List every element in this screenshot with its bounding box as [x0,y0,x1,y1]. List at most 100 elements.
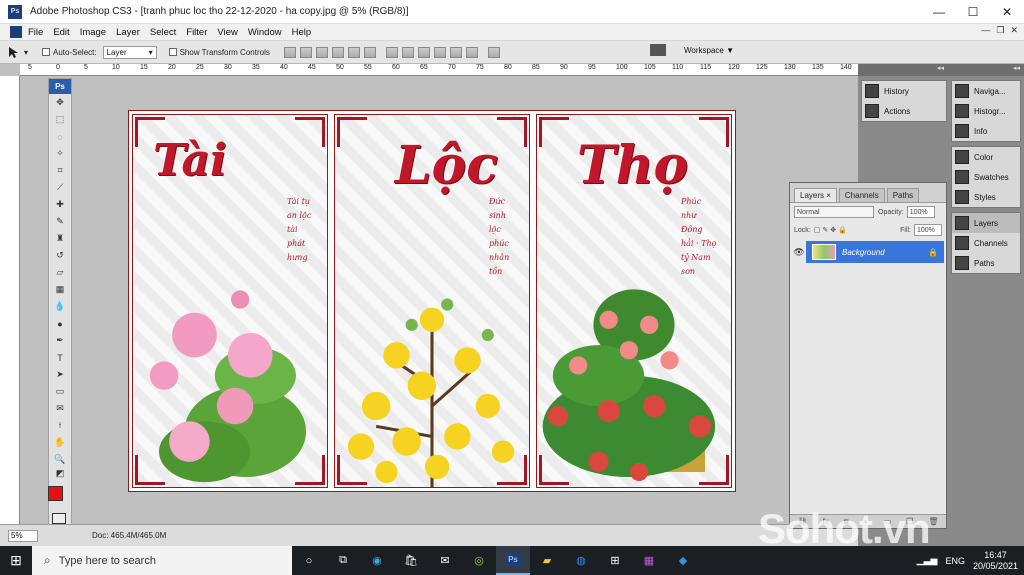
menu-select[interactable]: Select [150,27,176,38]
panel-history[interactable]: History [862,81,946,101]
app-icon[interactable]: ◎ [462,546,496,575]
auto-select-checkbox[interactable] [42,48,51,56]
menu-layer[interactable]: Layer [116,27,140,38]
move-tool-preset[interactable]: ▾ [6,45,28,59]
network-icon[interactable]: ▁▃▅ [917,555,938,566]
zoom-field[interactable]: 5% [8,529,38,542]
panel-paths[interactable]: Paths [952,253,1020,273]
panel-histogram[interactable]: Histogr... [952,101,1020,121]
panel-actions[interactable]: Actions [862,101,946,121]
tab-channels[interactable]: Channels [838,188,885,202]
brush-tool-icon[interactable]: ✎ [49,213,71,230]
app-icon-2[interactable]: ◆ [666,546,700,575]
distribute-hcenter-icon[interactable] [449,46,462,58]
menu-view[interactable]: View [217,27,237,38]
distribute-bottom-icon[interactable] [417,46,430,58]
camera-raw-icon[interactable] [649,44,666,56]
dodge-tool-icon[interactable]: ● [49,315,71,332]
doc-restore-button[interactable]: ❐ [996,25,1004,36]
slice-tool-icon[interactable]: ⟋ [49,179,71,196]
type-tool-icon[interactable]: T [49,349,71,366]
blur-tool-icon[interactable]: 💧 [49,298,71,315]
dock-collapse-button[interactable]: ◂◂ [858,64,948,76]
start-button[interactable]: ⊞ [0,546,32,575]
blend-mode-dropdown[interactable]: Normal [794,206,874,218]
clock[interactable]: 16:47 20/05/2021 [973,550,1018,572]
menu-help[interactable]: Help [292,27,312,38]
hand-tool-icon[interactable]: ✋ [49,434,71,451]
move-tool-icon[interactable]: ✥ [49,94,71,111]
show-transform-checkbox[interactable] [168,48,177,56]
history-brush-icon[interactable]: ↺ [49,247,71,264]
delete-layer-icon[interactable]: 🗑 [928,517,938,526]
fill-field[interactable]: 100% [914,224,942,236]
panel-channels[interactable]: Channels [952,233,1020,253]
gradient-tool-icon[interactable]: ▦ [49,281,71,298]
doc-minimize-button[interactable]: — [981,25,990,36]
maximize-button[interactable]: ☐ [956,0,990,24]
distribute-right-icon[interactable] [465,46,478,58]
dock-expand-button[interactable]: ◂◂ [948,64,1024,76]
align-bottom-icon[interactable] [315,46,328,58]
default-colors-icon[interactable]: ◩ [49,468,71,478]
marquee-tool-icon[interactable]: ⬚ [49,111,71,128]
foreground-color-swatch[interactable] [48,486,63,501]
panel-color[interactable]: Color [952,147,1020,167]
mail-icon[interactable]: ✉ [428,546,462,575]
magic-wand-icon[interactable]: ✧ [49,145,71,162]
notes-tool-icon[interactable]: ✉ [49,400,71,417]
eraser-tool-icon[interactable]: ▱ [49,264,71,281]
menu-window[interactable]: Window [248,27,282,38]
align-left-icon[interactable] [331,46,344,58]
store-icon[interactable]: 🛍 [394,546,428,575]
lasso-tool-icon[interactable]: ◌ [49,128,71,145]
menu-file[interactable]: File [28,27,43,38]
edge-icon[interactable]: ◉ [360,546,394,575]
zalo-icon[interactable]: ◍ [564,546,598,575]
shape-tool-icon[interactable]: ▭ [49,383,71,400]
taskbar-search[interactable]: ⌕ Type here to search [32,546,292,575]
language-indicator[interactable]: ENG [945,556,965,566]
align-hcenter-icon[interactable] [347,46,360,58]
path-select-icon[interactable]: ➤ [49,366,71,383]
panel-navigator[interactable]: Naviga... [952,81,1020,101]
unikey-icon[interactable]: ⊞ [598,546,632,575]
cortana-icon[interactable]: ○ [292,546,326,575]
menu-filter[interactable]: Filter [186,27,207,38]
doc-close-button[interactable]: ✕ [1010,25,1018,36]
align-top-icon[interactable] [283,46,296,58]
quick-mask-icon[interactable] [52,513,66,524]
task-view-icon[interactable]: ⧉ [326,546,360,575]
panel-info[interactable]: Info [952,121,1020,141]
distribute-vcenter-icon[interactable] [401,46,414,58]
distribute-left-icon[interactable] [433,46,446,58]
zoom-tool-icon[interactable]: 🔍 [49,451,71,468]
minimize-button[interactable]: — [922,0,956,24]
tab-layers[interactable]: Layers × [794,188,837,202]
menu-edit[interactable]: Edit [53,27,69,38]
workspace-menu[interactable]: Workspace ▼ [684,46,734,55]
visibility-eye-icon[interactable]: 👁 [792,241,806,263]
panel-swatches[interactable]: Swatches [952,167,1020,187]
opacity-field[interactable]: 100% [906,206,935,218]
lock-icons[interactable]: ▢✎✥🔒 [814,226,849,234]
auto-select-dropdown[interactable]: Layer ▾ [102,45,157,59]
menu-image[interactable]: Image [80,27,106,38]
auto-align-icon[interactable] [487,46,500,58]
distribute-top-icon[interactable] [385,46,398,58]
tab-paths[interactable]: Paths [886,188,920,202]
layer-row[interactable]: 👁 Background 🔒 [792,241,944,263]
pen-tool-icon[interactable]: ✒ [49,332,71,349]
align-right-icon[interactable] [363,46,376,58]
eyedropper-icon[interactable]: ⟊ [49,417,71,434]
align-vcenter-icon[interactable] [299,46,312,58]
file-explorer-icon[interactable]: ▰ [530,546,564,575]
close-button[interactable]: ✕ [990,0,1024,24]
clone-stamp-icon[interactable]: ♜ [49,230,71,247]
winrar-icon[interactable]: ▦ [632,546,666,575]
crop-tool-icon[interactable]: ⌗ [49,162,71,179]
panel-styles[interactable]: Styles [952,187,1020,207]
photoshop-taskbar-icon[interactable]: Ps [496,546,530,575]
healing-brush-icon[interactable]: ✚ [49,196,71,213]
doc-size-info[interactable]: Doc: 465.4M/465.0M [92,531,166,540]
